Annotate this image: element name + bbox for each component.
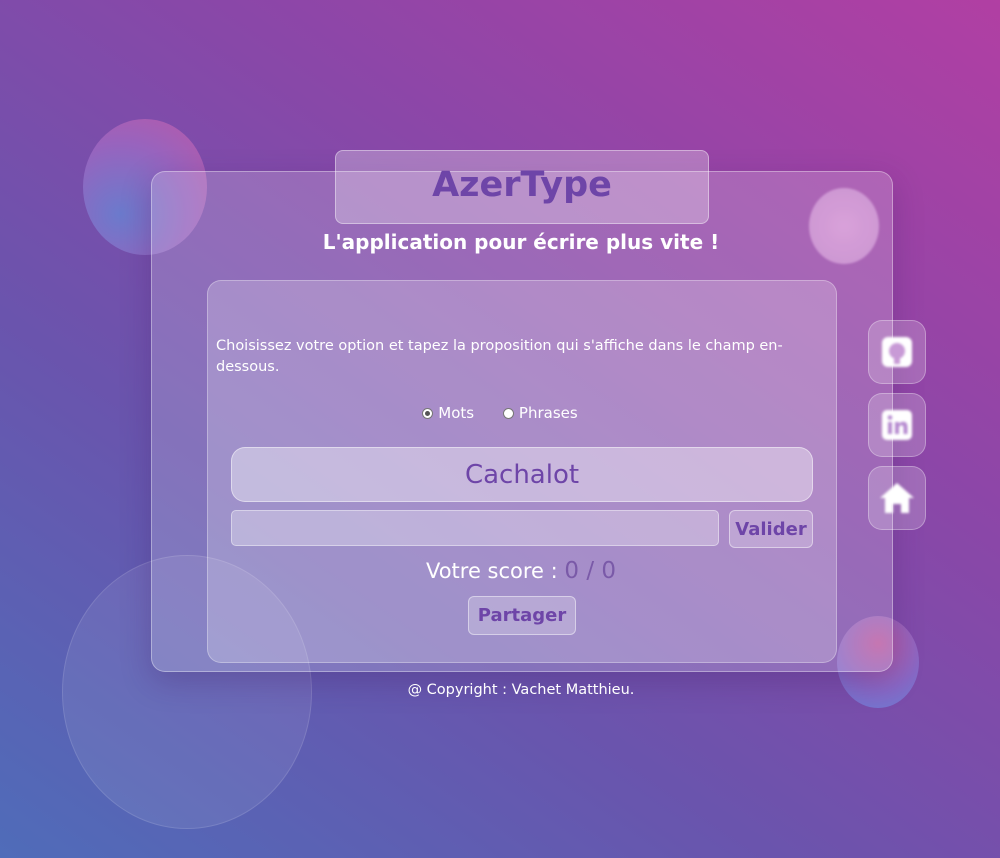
github-link[interactable] — [868, 320, 926, 384]
home-link[interactable] — [868, 466, 926, 530]
option-mots[interactable]: Mots — [422, 404, 474, 422]
linkedin-icon — [882, 410, 912, 440]
option-phrases[interactable]: Phrases — [502, 404, 578, 422]
answer-input[interactable] — [231, 510, 719, 546]
option-phrases-label: Phrases — [518, 404, 578, 422]
app-subtitle: L'application pour écrire plus vite ! — [322, 230, 720, 254]
title-box: AzerType — [335, 150, 709, 224]
score-value: 0 / 0 — [564, 558, 617, 584]
score-label: Votre score : — [425, 559, 558, 583]
option-mots-label: Mots — [438, 404, 475, 422]
validate-button[interactable]: Valider — [729, 510, 813, 548]
linkedin-link[interactable] — [868, 393, 926, 457]
radio-mots[interactable] — [422, 407, 434, 419]
proposal-display: Cachalot — [231, 447, 813, 502]
option-group: Mots Phrases — [0, 404, 1000, 423]
footer-copyright: @ Copyright : Vachet Matthieu. — [407, 682, 635, 698]
instruction-text: Choisissez votre option et tapez la prop… — [216, 338, 783, 375]
github-icon — [882, 337, 912, 367]
share-button[interactable]: Partager — [468, 596, 576, 635]
radio-phrases[interactable] — [502, 407, 514, 419]
app-title: AzerType — [432, 165, 612, 205]
home-icon — [880, 483, 914, 513]
score-line: Votre score : 0 / 0 — [0, 558, 1000, 584]
